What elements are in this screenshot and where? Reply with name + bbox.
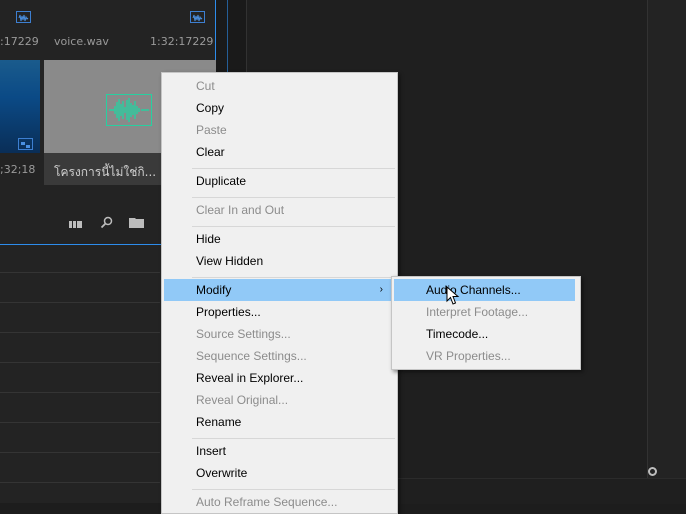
tile-name[interactable]: voice.wav	[54, 35, 109, 48]
menu-item-paste[interactable]: Paste	[164, 119, 395, 141]
menu-item-view-hidden[interactable]: View Hidden	[164, 250, 395, 272]
tile-duration: :17229	[0, 35, 39, 48]
audio-badge-icon	[190, 11, 205, 23]
side-panel	[647, 0, 686, 503]
tile-name[interactable]: โครงการนี้ไม่ใช่กิ...	[54, 163, 156, 182]
menu-separator	[192, 197, 395, 198]
audio-waveform-icon	[106, 94, 152, 126]
menu-item-vr-properties[interactable]: VR Properties...	[394, 345, 575, 367]
video-badge-icon	[18, 138, 33, 150]
mouse-pointer-icon	[446, 285, 460, 309]
menu-item-interpret-footage[interactable]: Interpret Footage...	[394, 301, 575, 323]
chevron-right-icon: ›	[379, 284, 383, 295]
menu-item-modify[interactable]: Modify ›	[164, 279, 395, 301]
menu-item-cut[interactable]: Cut	[164, 75, 395, 97]
list-row[interactable]	[0, 362, 160, 392]
menu-item-audio-channels[interactable]: Audio Channels...	[394, 279, 575, 301]
modify-submenu: Audio Channels... Interpret Footage... T…	[391, 276, 581, 370]
audio-badge-icon	[16, 11, 31, 23]
context-menu: Cut Copy Paste Clear Duplicate Clear In …	[161, 72, 398, 514]
list-row[interactable]	[0, 302, 160, 332]
list-row[interactable]	[0, 272, 160, 302]
menu-separator	[192, 277, 395, 278]
menu-item-insert[interactable]: Insert	[164, 440, 395, 462]
menu-item-auto-reframe-sequence[interactable]: Auto Reframe Sequence...	[164, 491, 395, 513]
menu-item-timecode[interactable]: Timecode...	[394, 323, 575, 345]
tile-duration: ;32;18	[0, 163, 36, 176]
menu-item-rename[interactable]: Rename	[164, 411, 395, 433]
menu-separator	[192, 226, 395, 227]
list-row[interactable]	[0, 332, 160, 362]
search-icon[interactable]	[100, 216, 114, 233]
tile-duration: 1:32:17229	[150, 35, 214, 48]
menu-item-copy[interactable]: Copy	[164, 97, 395, 119]
menu-item-clear[interactable]: Clear	[164, 141, 395, 163]
folder-icon[interactable]	[129, 216, 144, 231]
menu-item-sequence-settings[interactable]: Sequence Settings...	[164, 345, 395, 367]
list-row[interactable]	[0, 482, 160, 512]
menu-item-reveal-original[interactable]: Reveal Original...	[164, 389, 395, 411]
scroll-handle[interactable]	[648, 467, 657, 476]
list-row[interactable]	[0, 422, 160, 452]
list-row[interactable]	[0, 392, 160, 422]
monitor-scrollbar[interactable]	[398, 478, 686, 504]
menu-item-hide[interactable]: Hide	[164, 228, 395, 250]
menu-separator	[192, 168, 395, 169]
menu-separator	[192, 438, 395, 439]
menu-item-properties[interactable]: Properties...	[164, 301, 395, 323]
menu-item-overwrite[interactable]: Overwrite	[164, 462, 395, 484]
menu-item-clear-in-out[interactable]: Clear In and Out	[164, 199, 395, 221]
menu-item-reveal-in-explorer[interactable]: Reveal in Explorer...	[164, 367, 395, 389]
menu-item-source-settings[interactable]: Source Settings...	[164, 323, 395, 345]
menu-separator	[192, 489, 395, 490]
list-row[interactable]	[0, 452, 160, 482]
menu-item-duplicate[interactable]: Duplicate	[164, 170, 395, 192]
list-view-icon[interactable]	[69, 218, 83, 232]
